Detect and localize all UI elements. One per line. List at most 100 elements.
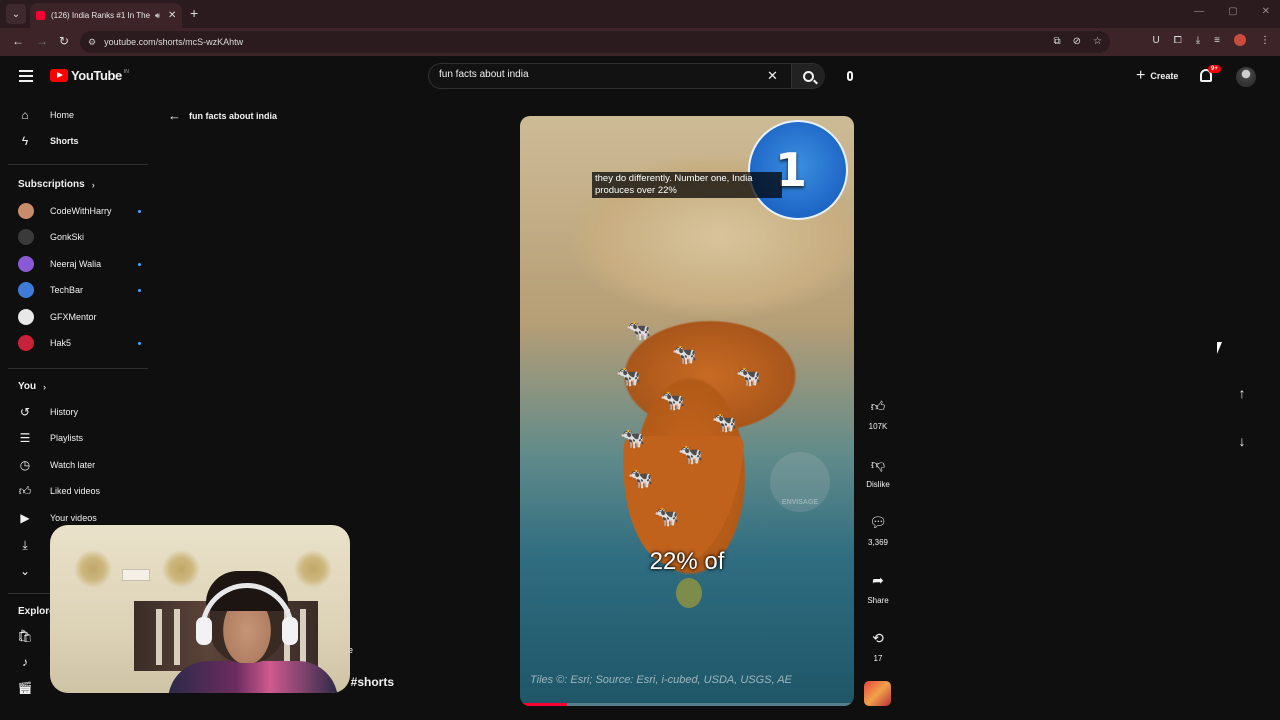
notification-badge: 9+ [1208, 65, 1221, 73]
new-tab-icon[interactable]: + [190, 5, 198, 21]
previous-short-arrow-up-icon[interactable]: ↑ [1230, 381, 1254, 405]
new-content-dot [138, 342, 141, 345]
chevron-right-icon: › [91, 179, 95, 190]
shopping-bag-icon: 🛍︎ [17, 629, 33, 643]
voice-search-button[interactable] [840, 64, 860, 88]
minimize-icon[interactable]: — [1194, 6, 1204, 17]
sidebar-item-history[interactable]: ↺ History [8, 400, 148, 424]
maximize-icon[interactable]: ▢ [1228, 6, 1237, 17]
youtube-header: YouTube IN ✕ + Create 9+ [0, 56, 1280, 96]
sidebar-item-shorts[interactable]: ϟ Shorts [8, 129, 148, 153]
watch-later-icon: ◷ [19, 458, 31, 472]
like-button[interactable]: 👍︎ 107K [858, 392, 898, 432]
wall-switchboard [122, 569, 150, 581]
account-avatar[interactable] [1236, 67, 1256, 87]
big-caption: 22% of [649, 548, 725, 575]
cow-icon: 🐄 [678, 444, 703, 466]
share-label: Share [867, 596, 889, 605]
tab-close-icon[interactable]: ✕ [168, 10, 176, 21]
history-icon: ↺ [19, 405, 31, 419]
tracking-protection-icon[interactable]: ⊘ [1073, 36, 1081, 47]
sidebar-item-liked-videos[interactable]: 👍︎ Liked videos [8, 479, 148, 503]
search-button[interactable] [791, 64, 825, 88]
youtube-play-icon [50, 69, 68, 82]
remix-button[interactable]: ⟲ 17 [858, 624, 898, 664]
channel-name: TechBar [50, 285, 84, 296]
headset-earcup [282, 617, 298, 645]
sidebar-item-subscription[interactable]: CodeWithHarry [8, 199, 148, 223]
country-code: IN [123, 68, 129, 75]
shorts-video-player[interactable]: 1 they do differently. Number one, India… [520, 116, 854, 706]
site-info-icon[interactable]: ⚙ [88, 37, 96, 48]
plus-icon: + [1136, 67, 1146, 84]
like-count: 107K [868, 422, 888, 431]
video-progress-fill [520, 703, 567, 706]
create-button[interactable]: + Create [1128, 64, 1186, 88]
browser-tab[interactable]: (126) India Ranks #1 In The 🔊︎ ✕ [30, 3, 182, 28]
sidebar-item-subscription[interactable]: Hak5 [8, 331, 148, 355]
create-label: Create [1150, 71, 1179, 81]
youtube-logo[interactable]: YouTube IN [50, 68, 129, 83]
sidebar-item-subscription[interactable]: GonkSki [8, 225, 148, 249]
extensions-toolbar: U ⧠ ⤓ ≡ ⋮ [1153, 34, 1270, 46]
sidebar-item-subscription[interactable]: TechBar [8, 278, 148, 302]
sidebar-item-subscription[interactable]: Neeraj Walia [8, 252, 148, 276]
video-progress-bar[interactable] [520, 703, 854, 706]
translate-icon[interactable]: ≡ [1214, 35, 1220, 46]
url-field[interactable]: ⚙ youtube.com/shorts/mcS-wzKAhtw ⧉ ⊘ ☆ [80, 31, 1110, 53]
dislike-label: Dislike [866, 480, 890, 489]
webcam-overlay [50, 525, 350, 693]
sidebar-item-watch-later[interactable]: ◷ Watch later [8, 453, 148, 477]
playlists-icon: ☰ [19, 431, 31, 445]
comments-button[interactable]: 💬︎ 3,369 [858, 508, 898, 548]
cow-icon: 🐄 [712, 412, 737, 434]
you-heading[interactable]: You › [18, 381, 46, 392]
search-input[interactable] [439, 69, 739, 80]
back-label: fun facts about india [189, 110, 278, 121]
bookmark-star-icon[interactable]: ☆ [1093, 36, 1102, 47]
speaker-icon[interactable]: 🔊︎ [155, 11, 160, 21]
rank-badge: 1 [748, 120, 848, 220]
install-app-icon[interactable]: ⧉ [1054, 36, 1061, 47]
share-button[interactable]: ➦ Share [858, 566, 898, 606]
tab-list-chevron-icon[interactable]: ⌄ [6, 4, 26, 24]
menu-icon[interactable] [19, 70, 33, 85]
url-text: youtube.com/shorts/mcS-wzKAhtw [104, 37, 244, 47]
channel-name: GFXMentor [50, 311, 97, 322]
sidebar-item-playlists[interactable]: ☰ Playlists [8, 426, 148, 450]
comment-icon: 💬︎ [869, 513, 887, 530]
home-icon: ⌂ [21, 108, 29, 122]
next-short-arrow-down-icon[interactable]: ↓ [1230, 429, 1254, 453]
cow-icon: 🐄 [628, 468, 653, 490]
cow-icon: 🐄 [616, 366, 641, 388]
sidebar-item-home[interactable]: ⌂ Home [8, 103, 148, 127]
profile-avatar-icon[interactable] [1234, 34, 1246, 46]
channel-name: GonkSki [50, 232, 85, 243]
chevron-right-icon: › [43, 381, 47, 392]
clear-search-icon[interactable]: ✕ [767, 68, 778, 84]
back-icon[interactable]: ← [12, 34, 24, 48]
movies-icon: 🎬︎ [17, 681, 33, 695]
channel-name: CodeWithHarry [50, 206, 112, 216]
mouse-cursor-icon [1217, 342, 1227, 354]
subscriptions-heading[interactable]: Subscriptions › [18, 179, 95, 190]
new-content-dot [138, 289, 141, 293]
downloads-icon[interactable]: ⤓ [1196, 35, 1200, 46]
browser-menu-icon[interactable]: ⋮ [1260, 35, 1270, 46]
extensions-puzzle-icon[interactable]: ⧠ [1174, 35, 1182, 46]
channel-watermark: ENVISAGE [770, 452, 830, 512]
cow-icon: 🐄 [654, 506, 679, 528]
close-window-icon[interactable]: ✕ [1262, 6, 1270, 17]
remix-count: 17 [873, 654, 883, 663]
sound-thumbnail[interactable] [864, 681, 891, 706]
reload-icon[interactable]: ↻ [59, 34, 69, 48]
sidebar-item-subscription[interactable]: GFXMentor [8, 305, 148, 329]
wall-decoration [70, 547, 116, 591]
extension-u-icon[interactable]: U [1153, 35, 1160, 46]
search-icon [803, 70, 814, 82]
sidebar-divider [8, 164, 148, 165]
channel-avatar [18, 255, 34, 272]
forward-icon[interactable]: → [36, 34, 48, 48]
back-to-search-link[interactable]: ← fun facts about india [168, 108, 277, 123]
dislike-button[interactable]: 👎︎ Dislike [858, 450, 898, 490]
